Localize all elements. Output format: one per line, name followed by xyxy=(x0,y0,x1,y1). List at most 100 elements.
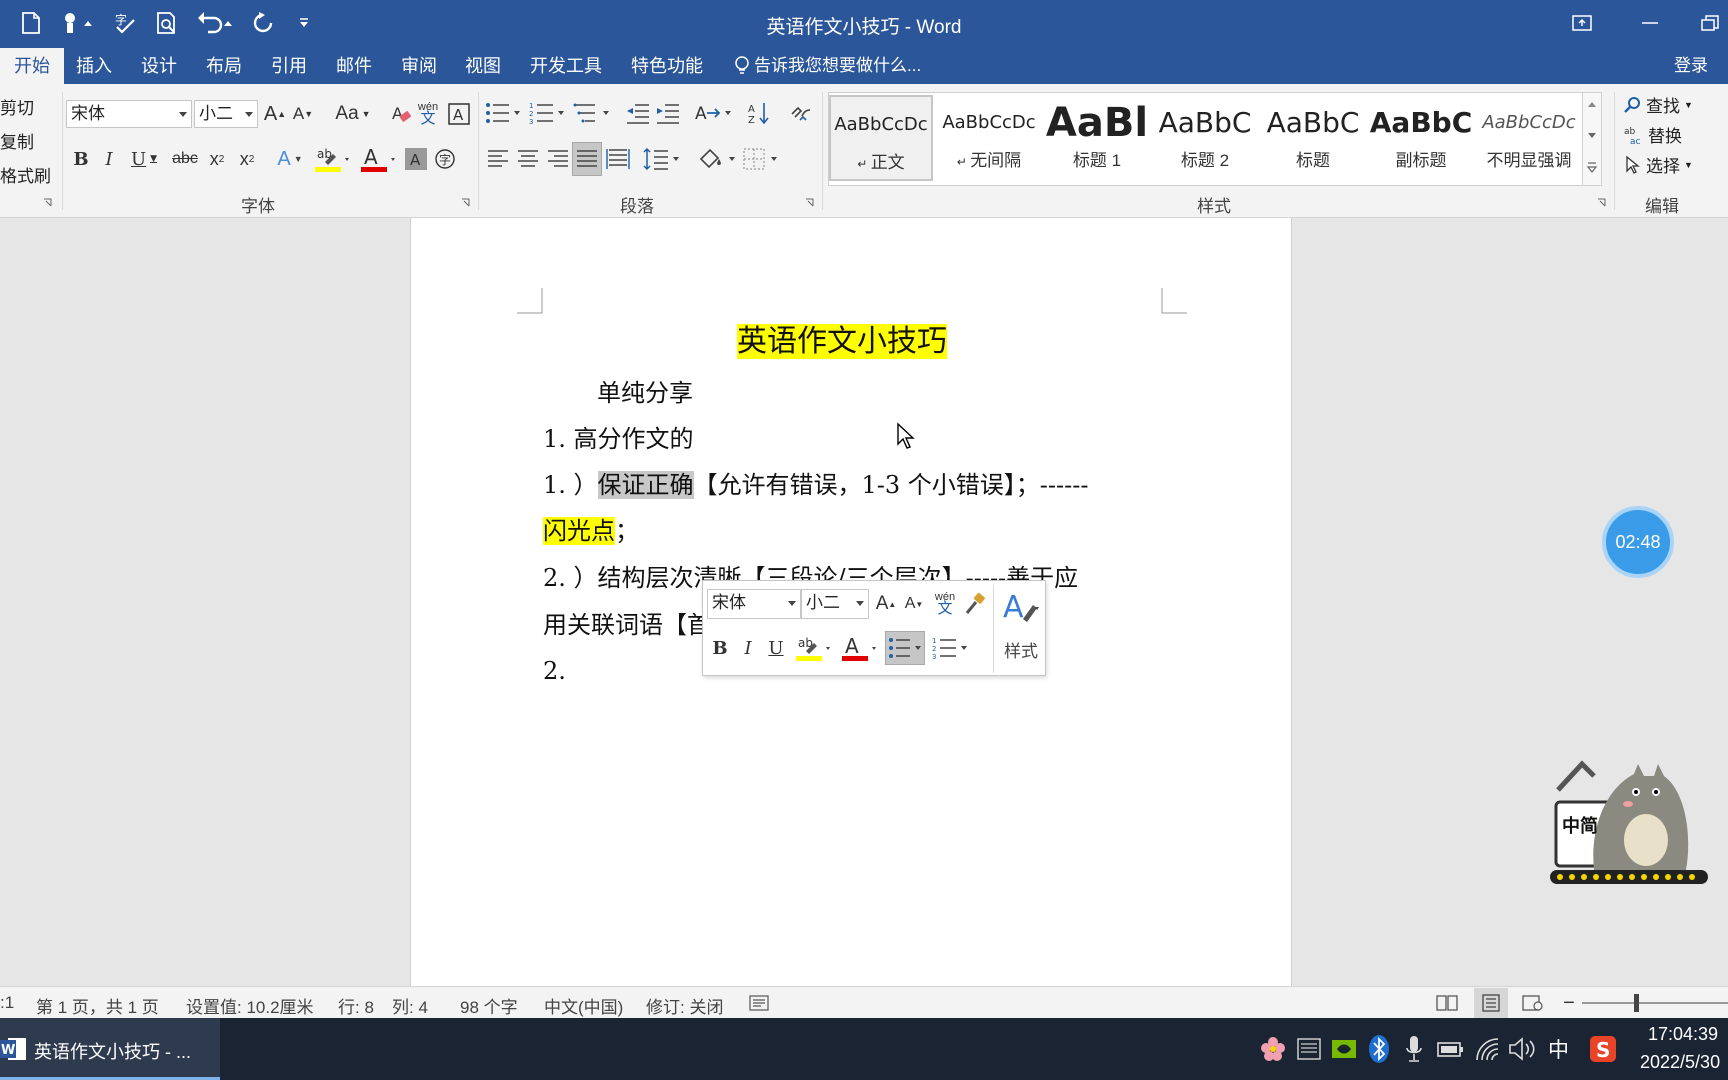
numbering-icon[interactable]: 123 xyxy=(528,98,568,128)
style-normal[interactable]: AaBbCcDc ↵ 正文 xyxy=(829,95,933,181)
keyboard-tray-icon[interactable] xyxy=(1296,1036,1322,1062)
chinese-layout-icon[interactable]: A xyxy=(692,98,736,128)
ime-indicator[interactable]: 中 xyxy=(1548,1034,1569,1064)
status-page-count[interactable]: 第 1 页，共 1 页 xyxy=(36,993,159,1018)
strikethrough-icon[interactable]: abc xyxy=(170,144,200,174)
character-shading-icon[interactable]: A xyxy=(404,144,428,174)
decrease-indent-icon[interactable] xyxy=(624,98,652,128)
sogou-ime-icon[interactable]: S xyxy=(1588,1034,1618,1064)
align-right-icon[interactable] xyxy=(544,144,572,174)
tab-mailings[interactable]: 邮件 xyxy=(336,48,372,84)
font-name-combo[interactable]: 宋体 xyxy=(66,100,192,128)
status-column[interactable]: 列: 4 xyxy=(392,993,428,1018)
style-heading-1[interactable]: AaBl 标题 1 xyxy=(1045,95,1149,181)
mini-phonetic-icon[interactable]: wén 文 xyxy=(931,587,959,619)
tab-insert[interactable]: 插入 xyxy=(76,48,112,84)
style-heading-2[interactable]: AaBbC 标题 2 xyxy=(1153,95,1257,181)
zoom-out-icon[interactable]: − xyxy=(1560,992,1578,1014)
mini-size-combo[interactable]: 小二 xyxy=(801,589,869,619)
align-center-icon[interactable] xyxy=(514,144,542,174)
text-effects-icon[interactable]: A ▼ xyxy=(272,144,308,174)
zoom-slider[interactable] xyxy=(1582,1002,1728,1004)
clipboard-launcher-icon[interactable] xyxy=(42,197,52,207)
wifi-tray-icon[interactable] xyxy=(1474,1036,1500,1062)
change-case-button[interactable]: Aa ▼ xyxy=(330,100,376,128)
doc-title[interactable]: 英语作文小技巧 xyxy=(737,322,947,362)
style-title[interactable]: AaBbC 标题 xyxy=(1261,95,1365,181)
borders-icon[interactable] xyxy=(742,142,782,176)
mini-numbering-icon[interactable]: 123 xyxy=(929,631,973,665)
ribbon-display-options-icon[interactable] xyxy=(1562,6,1602,40)
line-spacing-icon[interactable] xyxy=(642,144,686,174)
style-subtitle[interactable]: AaBbC 副标题 xyxy=(1369,95,1473,181)
battery-tray-icon[interactable] xyxy=(1436,1038,1464,1060)
status-track-changes[interactable]: 修订: 关闭 xyxy=(646,993,723,1018)
timer-widget[interactable]: 02:48 xyxy=(1602,506,1674,578)
paragraph-launcher-icon[interactable] xyxy=(804,197,814,207)
styles-launcher-icon[interactable] xyxy=(1596,197,1606,207)
subscript-icon[interactable]: x2 xyxy=(204,144,230,174)
tab-references[interactable]: 引用 xyxy=(271,48,307,84)
tab-special-features[interactable]: 特色功能 xyxy=(631,48,703,84)
italic-icon[interactable]: I xyxy=(98,144,120,174)
clear-formatting-icon[interactable]: A xyxy=(388,100,414,128)
minimize-icon[interactable] xyxy=(1630,6,1670,40)
read-mode-icon[interactable] xyxy=(1432,990,1462,1016)
find-button[interactable]: 查找 ▼ xyxy=(1624,92,1693,117)
sort-icon[interactable]: AZ xyxy=(746,98,772,128)
tab-layout[interactable]: 布局 xyxy=(206,48,242,84)
phonetic-guide-icon[interactable]: wén 文 xyxy=(414,98,442,128)
flower-tray-icon[interactable] xyxy=(1260,1036,1286,1062)
restore-icon[interactable] xyxy=(1690,6,1728,40)
taskbar-word-item[interactable]: W 英语作文小技巧 - ... xyxy=(0,1018,220,1080)
mini-bullets-icon[interactable] xyxy=(885,631,925,665)
zoom-slider-thumb[interactable] xyxy=(1634,994,1639,1012)
tab-design[interactable]: 设计 xyxy=(141,48,177,84)
grow-font-icon[interactable]: A ▲ xyxy=(262,100,288,128)
bluetooth-tray-icon[interactable] xyxy=(1368,1034,1390,1064)
status-line[interactable]: 行: 8 xyxy=(338,993,374,1018)
mini-font-color-icon[interactable]: A xyxy=(841,631,881,665)
nvidia-tray-icon[interactable] xyxy=(1332,1038,1356,1060)
mini-italic-icon[interactable]: I xyxy=(737,633,759,663)
clock-date[interactable]: 2022/5/30 xyxy=(1640,1052,1720,1073)
mini-underline-icon[interactable]: U xyxy=(765,633,787,663)
tab-home[interactable]: 开始 xyxy=(0,48,64,84)
web-layout-icon[interactable] xyxy=(1518,990,1548,1016)
shrink-font-icon[interactable]: A ▼ xyxy=(290,100,316,128)
login-link[interactable]: 登录 xyxy=(1674,48,1708,84)
select-button[interactable]: 选择 ▼ xyxy=(1624,152,1693,177)
character-border-icon[interactable]: A xyxy=(446,100,472,128)
tab-view[interactable]: 视图 xyxy=(465,48,501,84)
mini-format-painter-icon[interactable] xyxy=(961,589,989,619)
print-layout-icon[interactable] xyxy=(1474,988,1508,1018)
doc-line-heading-2[interactable]: 2. xyxy=(543,654,566,688)
status-section[interactable]: :1 xyxy=(0,993,14,1013)
tab-review[interactable]: 审阅 xyxy=(401,48,437,84)
font-color-icon[interactable]: A xyxy=(360,142,400,176)
font-size-combo[interactable]: 小二 xyxy=(194,100,258,128)
enclose-characters-icon[interactable]: 字 xyxy=(432,144,458,174)
tab-developer[interactable]: 开发工具 xyxy=(530,48,602,84)
style-subtle-emphasis[interactable]: AaBbCcDc 不明显强调 xyxy=(1477,95,1581,181)
mini-font-combo[interactable]: 宋体 xyxy=(707,589,801,619)
mini-highlight-icon[interactable]: ab xyxy=(795,631,835,665)
cut-button[interactable]: 剪切 xyxy=(0,94,34,119)
doc-line-point-1[interactable]: 1. ）保证正确【允许有错误，1-3 个小错误】；------ xyxy=(543,468,1088,502)
justify-icon[interactable] xyxy=(572,142,602,176)
superscript-icon[interactable]: x2 xyxy=(234,144,260,174)
replace-button[interactable]: ab ac 替换 xyxy=(1624,122,1682,147)
copy-button[interactable]: 复制 xyxy=(0,128,34,153)
mini-grow-font-icon[interactable]: A ▲ xyxy=(873,589,899,619)
distributed-icon[interactable] xyxy=(604,144,632,174)
mini-shrink-font-icon[interactable]: A ▼ xyxy=(901,589,927,619)
tell-me-box[interactable]: 告诉我您想要做什么... xyxy=(734,48,921,84)
bullets-icon[interactable] xyxy=(484,98,524,128)
macro-recording-icon[interactable] xyxy=(746,991,772,1015)
style-no-spacing[interactable]: AaBbCcDc ↵ 无间隔 xyxy=(937,95,1041,181)
underline-icon[interactable]: U ▼ xyxy=(126,144,162,174)
mascot-widget[interactable]: 中简 xyxy=(1548,752,1710,888)
text-highlight-icon[interactable]: ab xyxy=(314,142,354,176)
status-language[interactable]: 中文(中国) xyxy=(544,993,623,1018)
status-setting-value[interactable]: 设置值: 10.2厘米 xyxy=(186,993,314,1018)
